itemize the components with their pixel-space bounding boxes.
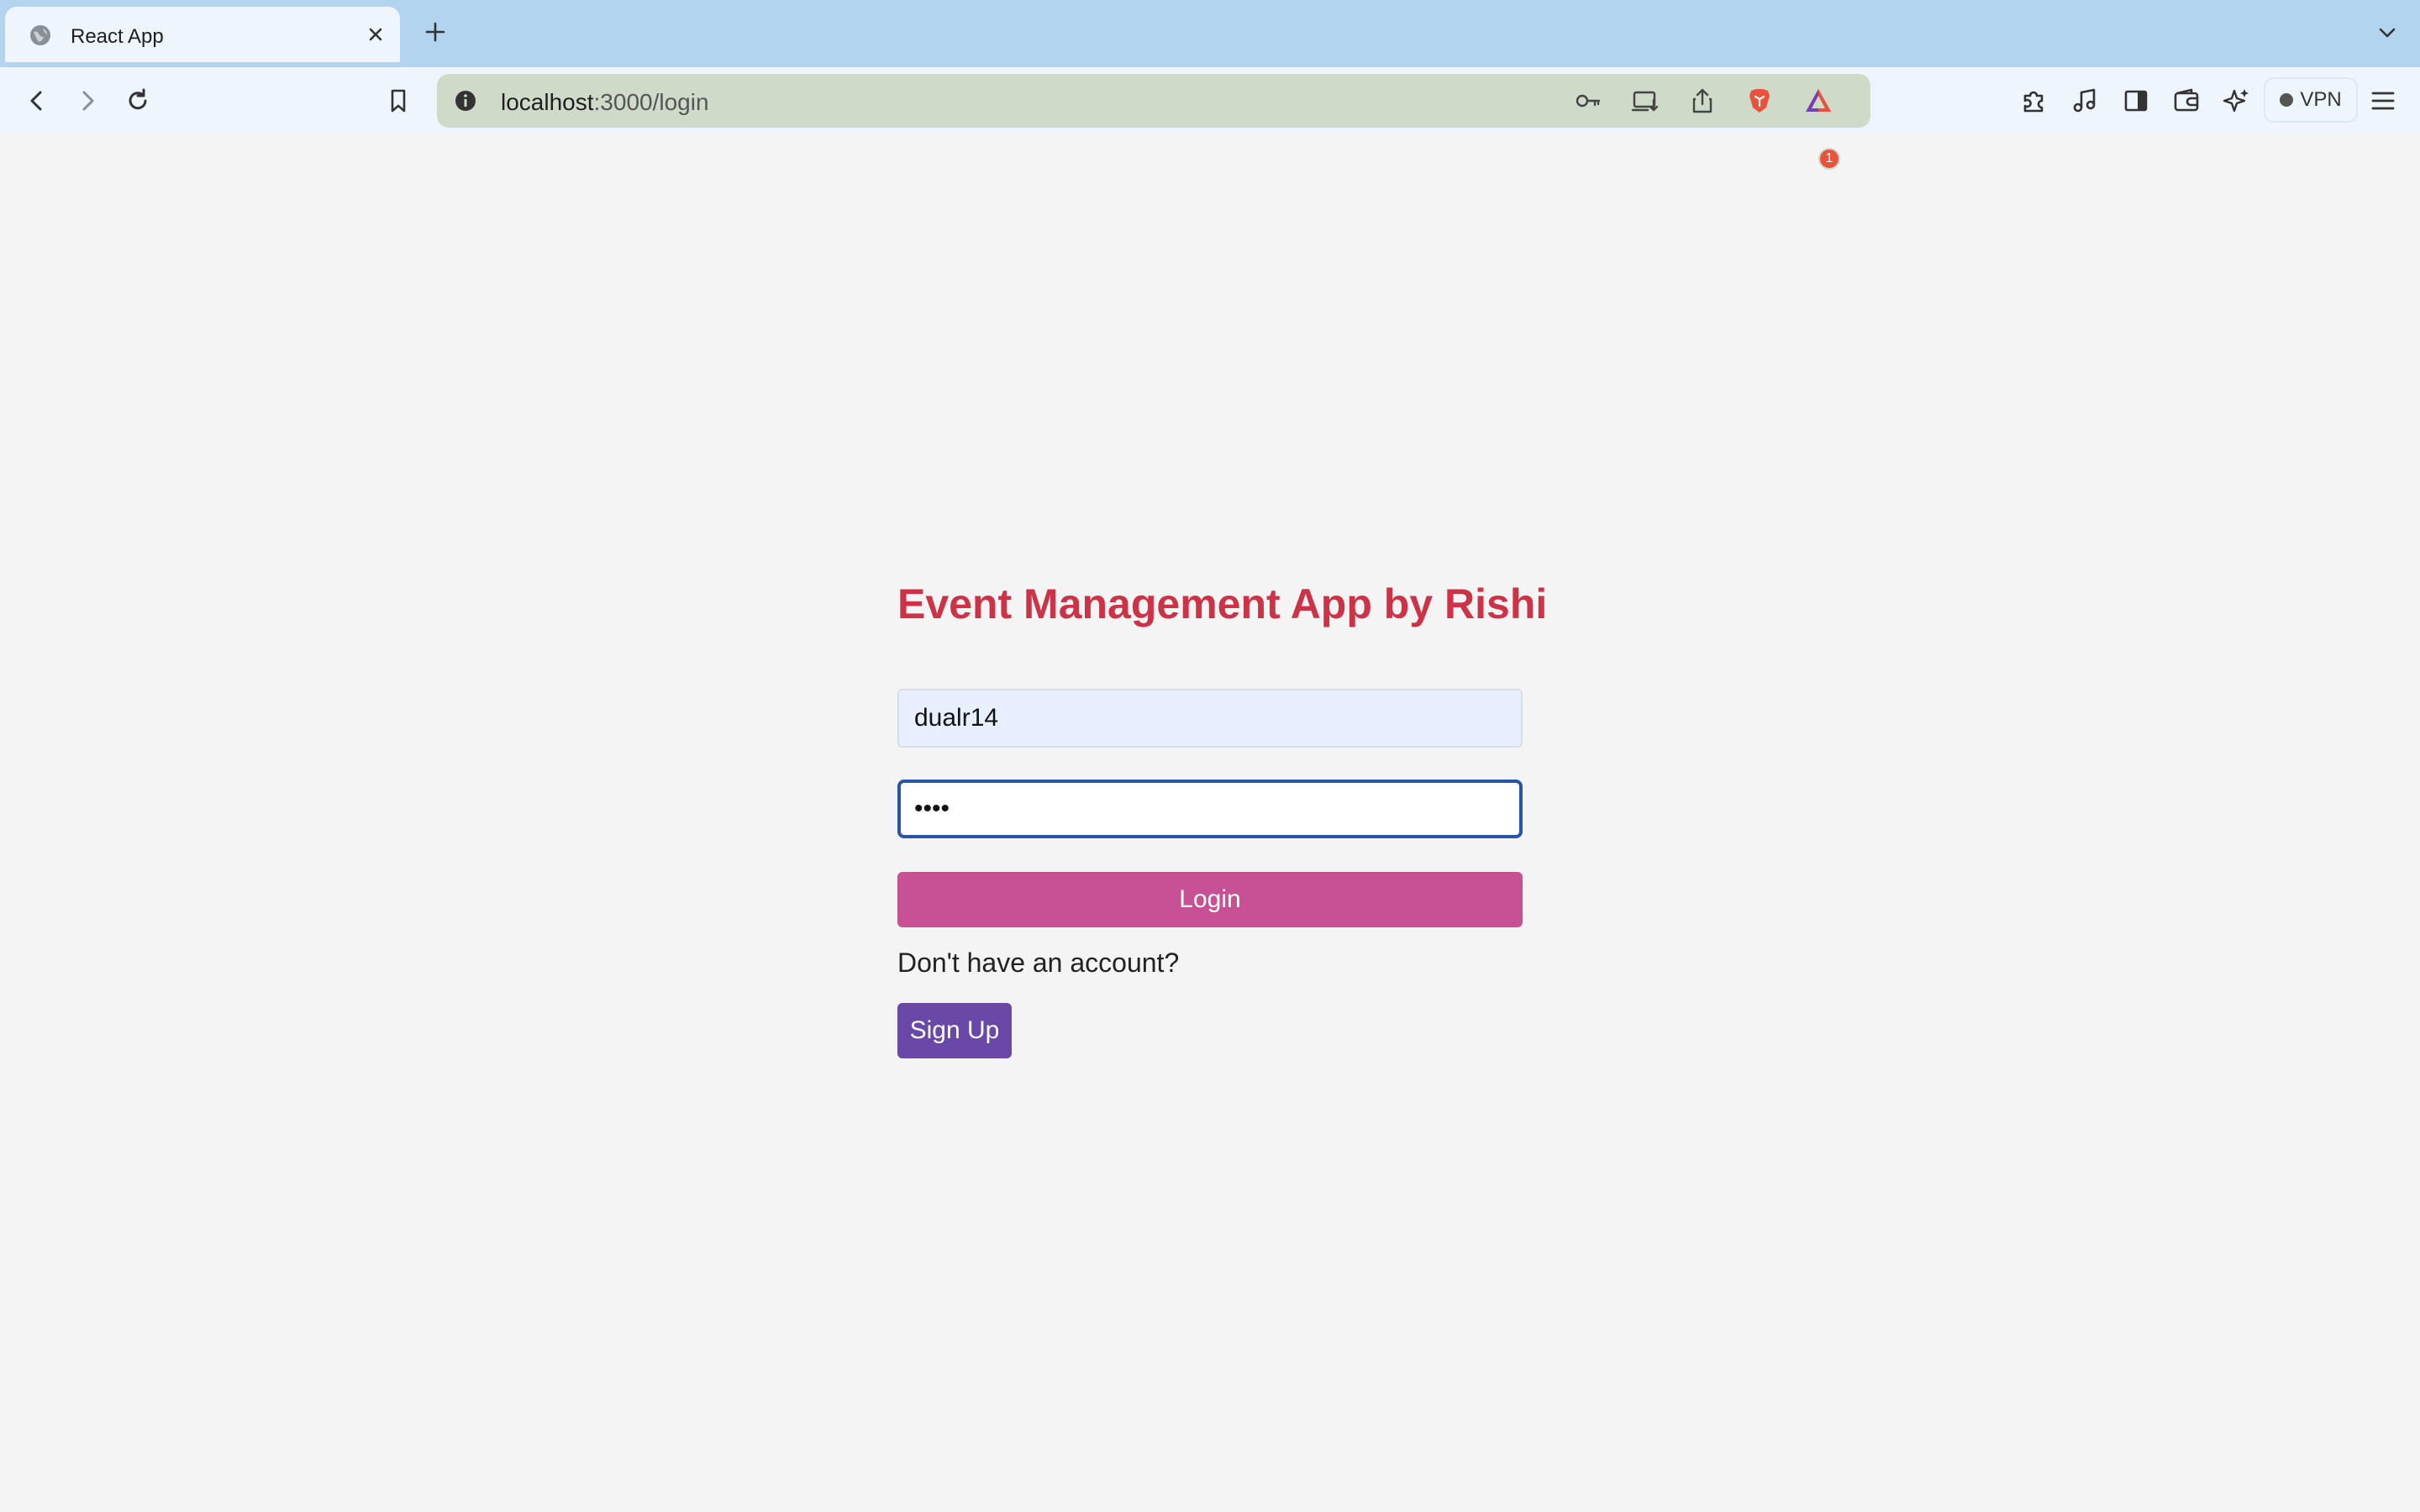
- leo-ai-icon[interactable]: [2220, 84, 2254, 118]
- menu-icon[interactable]: [2366, 84, 2400, 118]
- sidebar-icon[interactable]: [2119, 84, 2153, 118]
- brave-shields-icon[interactable]: [1744, 86, 1775, 116]
- page-title: Event Management App by Rishi: [897, 580, 1548, 627]
- back-arrow-icon[interactable]: [20, 84, 54, 118]
- install-app-icon[interactable]: [1630, 86, 1660, 116]
- url-path: :3000/login: [593, 89, 709, 115]
- chevron-down-icon[interactable]: [2375, 20, 2400, 45]
- rewards-badge: 1: [1818, 148, 1840, 170]
- close-icon[interactable]: [363, 22, 388, 47]
- address-bar[interactable]: localhost:3000/login: [437, 74, 1870, 128]
- key-icon[interactable]: [1573, 86, 1603, 116]
- no-account-text: Don't have an account?: [897, 948, 1180, 978]
- info-icon[interactable]: [454, 89, 477, 113]
- extensions-icon[interactable]: [2017, 84, 2050, 118]
- url-host: localhost: [501, 89, 594, 115]
- login-button[interactable]: Login: [897, 872, 1523, 927]
- wallet-icon[interactable]: [2170, 84, 2203, 118]
- globe-icon: [30, 25, 50, 45]
- vpn-status-icon: [2280, 93, 2294, 107]
- url-text[interactable]: localhost:3000/login: [501, 89, 709, 116]
- new-tab-icon[interactable]: [422, 18, 449, 45]
- browser-tab[interactable]: React App: [5, 7, 400, 62]
- browser-toolbar: localhost:3000/login 1: [0, 67, 2420, 170]
- vpn-label: VPN: [2300, 88, 2342, 111]
- brave-rewards-icon[interactable]: [1803, 86, 1833, 116]
- tab-strip: React App: [0, 0, 2420, 67]
- music-icon[interactable]: [2069, 84, 2102, 118]
- signup-button[interactable]: Sign Up: [897, 1003, 1012, 1058]
- share-icon[interactable]: [1687, 86, 1718, 116]
- username-input[interactable]: [897, 689, 1523, 748]
- tab-title: React App: [71, 25, 164, 48]
- reload-icon[interactable]: [121, 84, 155, 118]
- forward-arrow-icon[interactable]: [71, 84, 104, 118]
- vpn-button[interactable]: VPN: [2264, 77, 2358, 123]
- password-input[interactable]: [897, 780, 1523, 838]
- bookmark-icon[interactable]: [381, 84, 415, 118]
